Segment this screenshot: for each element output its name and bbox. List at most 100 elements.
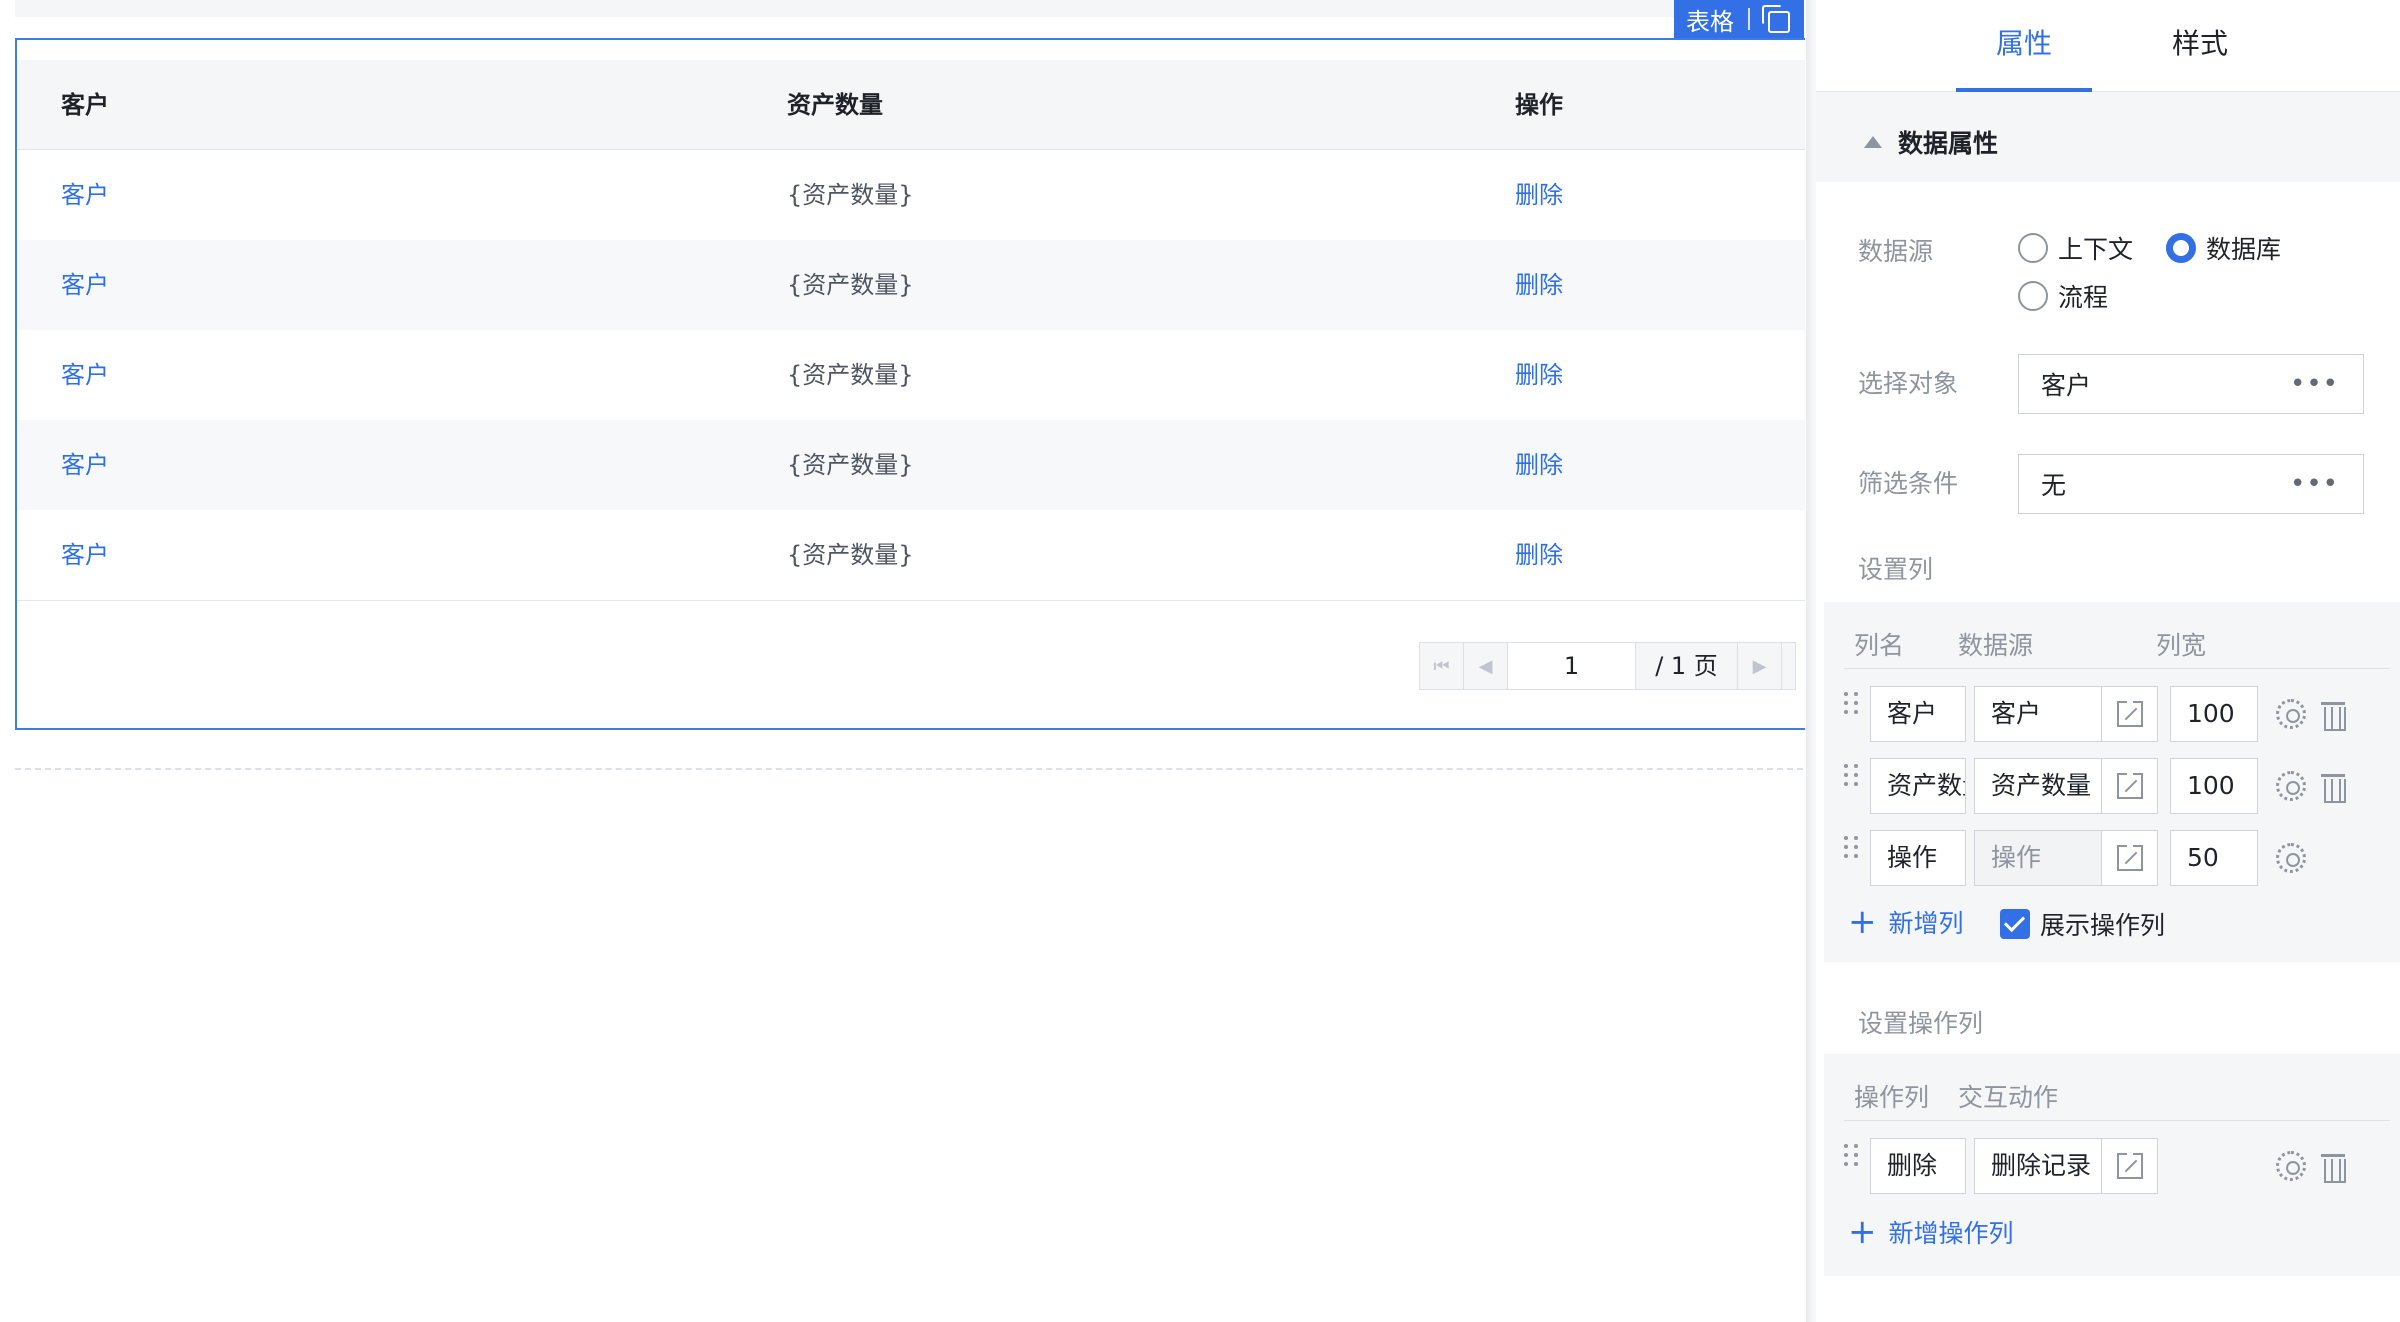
expand-button[interactable]: [2101, 831, 2157, 885]
customer-link[interactable]: 客户: [61, 420, 109, 510]
radio-circle-icon: [2018, 281, 2048, 311]
delete-link[interactable]: 删除: [1515, 420, 1563, 510]
radio-label: 上下文: [2058, 235, 2134, 264]
drag-handle-icon[interactable]: [1844, 836, 1858, 866]
gear-icon[interactable]: [2276, 843, 2306, 873]
component-tag[interactable]: 表格: [1674, 0, 1804, 38]
prev-page-button[interactable]: ◀: [1464, 643, 1508, 689]
add-column-label: 新增列: [1888, 909, 1964, 938]
drag-handle-icon[interactable]: [1844, 1144, 1858, 1174]
columns-label: 设置列: [1858, 555, 1934, 584]
copy-icon[interactable]: [1762, 5, 1790, 33]
radio-context[interactable]: 上下文: [2018, 230, 2133, 266]
data-source-label: 数据源: [1858, 237, 1934, 266]
radio-flow[interactable]: 流程: [2018, 278, 2108, 314]
show-action-column-label: 展示操作列: [2040, 911, 2166, 940]
customer-link[interactable]: 客户: [61, 330, 109, 420]
expand-icon: [2116, 1151, 2143, 1179]
delete-link[interactable]: 删除: [1515, 240, 1563, 330]
drag-handle-icon[interactable]: [1844, 764, 1858, 794]
first-page-button[interactable]: ⏮: [1420, 643, 1464, 689]
column-width-input[interactable]: 50: [2170, 830, 2258, 886]
column-width-input[interactable]: 100: [2170, 686, 2258, 742]
column-source-field[interactable]: 资产数量: [1974, 758, 2158, 814]
trash-icon[interactable]: [2318, 1151, 2348, 1183]
add-column-button[interactable]: + 新增列: [1848, 904, 1964, 940]
add-action-column-label: 新增操作列: [1888, 1219, 2014, 1248]
action-header-interaction: 交互动作: [1958, 1083, 2059, 1112]
expand-icon: [2116, 699, 2143, 727]
delete-link[interactable]: 删除: [1515, 330, 1563, 420]
properties-panel: 属性 样式 数据属性 数据源 上下文 数据库 流程 选择对象 客户 ••• 筛选…: [1816, 0, 2400, 1322]
gear-icon[interactable]: [2276, 771, 2306, 801]
action-header-name: 操作列: [1854, 1083, 1930, 1112]
show-action-column-checkbox[interactable]: 展示操作列: [2000, 906, 2165, 942]
filter-value: 无: [2041, 471, 2067, 500]
object-select[interactable]: 客户 •••: [2018, 354, 2364, 414]
column-source-value: 资产数量: [1991, 771, 2092, 800]
expand-icon: [2116, 771, 2143, 799]
page-number-input[interactable]: 1: [1508, 643, 1636, 689]
filter-select[interactable]: 无 •••: [2018, 454, 2364, 514]
prev-page-icon: ◀: [1478, 655, 1493, 677]
column-name-input[interactable]: 客户: [1870, 686, 1966, 742]
expand-button[interactable]: [2101, 759, 2157, 813]
table-row: 客户 {资产数量} 删除: [17, 240, 1805, 330]
asset-count-cell: {资产数量}: [787, 541, 914, 569]
expand-button[interactable]: [2101, 687, 2157, 741]
column-header-width: 列宽: [2156, 631, 2207, 660]
tab-properties[interactable]: 属性: [1954, 0, 2094, 90]
add-action-column-button[interactable]: + 新增操作列: [1848, 1214, 2014, 1250]
customer-link[interactable]: 客户: [61, 150, 109, 240]
customer-link[interactable]: 客户: [61, 240, 109, 330]
column-source-field[interactable]: 客户: [1974, 686, 2158, 742]
last-page-button[interactable]: [1782, 643, 1796, 689]
header-asset-count: 资产数量: [787, 91, 883, 119]
collapse-triangle-icon: [1864, 136, 1882, 148]
radio-label: 数据库: [2206, 235, 2282, 264]
delete-link[interactable]: 删除: [1515, 150, 1563, 240]
data-properties-form: 数据源 上下文 数据库 流程 选择对象 客户 ••• 筛选条件 无 ••• 设置…: [1816, 182, 2400, 1322]
object-value: 客户: [2041, 371, 2092, 400]
section-header-data-properties[interactable]: 数据属性: [1816, 104, 2400, 180]
action-interaction-field[interactable]: 删除记录: [1974, 1138, 2158, 1194]
next-page-button[interactable]: ▶: [1738, 643, 1782, 689]
first-page-icon: ⏮: [1433, 655, 1450, 677]
previous-component-strip: [15, 0, 1803, 17]
gear-icon[interactable]: [2276, 1151, 2306, 1181]
plus-icon: +: [1848, 902, 1877, 942]
column-name-input[interactable]: 操作: [1870, 830, 1966, 886]
tab-style[interactable]: 样式: [2130, 0, 2270, 90]
drop-zone-divider: [15, 768, 1803, 770]
checkbox-checked-icon: [2000, 909, 2030, 939]
column-source-value: 客户: [1991, 699, 2042, 728]
gear-icon[interactable]: [2276, 699, 2306, 729]
table-row: 客户 {资产数量} 删除: [17, 150, 1805, 240]
design-canvas: 表格 客户 资产数量 操作 客户 {资产数量} 删除 客户 {资产数量} 删除 …: [0, 0, 1812, 1322]
radio-database[interactable]: 数据库: [2166, 230, 2281, 266]
action-name-input[interactable]: 删除: [1870, 1138, 1966, 1194]
trash-icon[interactable]: [2318, 771, 2348, 803]
expand-icon: [2116, 843, 2143, 871]
more-icon: •••: [2289, 369, 2339, 399]
more-icon: •••: [2289, 469, 2339, 499]
asset-count-cell: {资产数量}: [787, 271, 914, 299]
action-columns-config: 操作列 交互动作 删除 删除记录 + 新增操作列: [1824, 1054, 2400, 1276]
expand-button[interactable]: [2101, 1139, 2157, 1193]
column-name-input[interactable]: 资产数量: [1870, 758, 1966, 814]
pagination: ⏮ ◀ 1 / 1 页 ▶: [1419, 642, 1796, 690]
component-tag-label: 表格: [1686, 7, 1734, 36]
table-row: 客户 {资产数量} 删除: [17, 330, 1805, 420]
delete-link[interactable]: 删除: [1515, 510, 1563, 600]
table-component[interactable]: 客户 资产数量 操作 客户 {资产数量} 删除 客户 {资产数量} 删除 客户 …: [15, 38, 1805, 730]
object-label: 选择对象: [1858, 369, 1959, 398]
customer-link[interactable]: 客户: [61, 510, 109, 600]
drag-handle-icon[interactable]: [1844, 692, 1858, 722]
radio-label: 流程: [2058, 283, 2109, 312]
asset-count-cell: {资产数量}: [787, 181, 914, 209]
filter-label: 筛选条件: [1858, 469, 1959, 498]
table-header: 客户 资产数量 操作: [17, 60, 1805, 150]
column-width-input[interactable]: 100: [2170, 758, 2258, 814]
radio-circle-icon: [2018, 233, 2048, 263]
trash-icon[interactable]: [2318, 699, 2348, 731]
